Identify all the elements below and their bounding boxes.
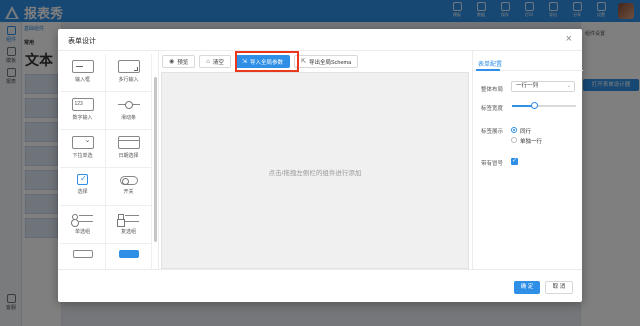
component-item[interactable]: 日期选择 (106, 130, 152, 168)
component-item[interactable]: 数字输入 (60, 92, 106, 130)
component-item[interactable]: 单选组 (60, 206, 106, 244)
number-input-icon (71, 98, 94, 111)
component-label: 单选组 (74, 229, 90, 235)
dialog-header: 表单设计 × (58, 29, 582, 51)
chevron-down-icon: ⌄ (566, 83, 571, 89)
component-label: 开关 (123, 189, 134, 195)
component-item[interactable]: 滑动条 (106, 92, 152, 130)
tab-underline (476, 69, 500, 71)
layout-label: 整体布局 (481, 87, 504, 93)
trash-icon: ⌂ (206, 58, 210, 65)
radio-separate-line[interactable] (511, 137, 517, 143)
layout-select[interactable]: 一行一列 ⌄ (511, 81, 575, 92)
text-icon (72, 250, 93, 258)
form-canvas[interactable]: 点击/拖拽左侧栏的组件进行添加 (161, 72, 469, 269)
checkbox-icon (77, 174, 88, 185)
textarea-icon (117, 60, 140, 73)
slider-icon (117, 98, 140, 111)
select-icon (71, 136, 94, 149)
button-icon (118, 250, 139, 258)
radio-separate-line-label: 单独一行 (520, 139, 543, 145)
cancel-button[interactable]: 取 消 (545, 281, 573, 294)
radio-group-icon (71, 212, 94, 225)
component-label: 数字输入 (72, 115, 93, 121)
ok-button[interactable]: 确 定 (514, 281, 540, 294)
colon-label: 带有冒号 (481, 161, 504, 167)
component-item[interactable] (60, 244, 106, 269)
component-item[interactable]: 开关 (106, 168, 152, 206)
component-label: 多行输入 (118, 77, 139, 83)
preview-button[interactable]: ◉ 预览 (162, 55, 196, 68)
component-item[interactable]: 下拉单选 (60, 130, 106, 168)
dialog-footer: 确 定 取 消 (58, 269, 582, 302)
switch-icon (119, 176, 138, 185)
component-label: 复选组 (120, 229, 136, 235)
label-width-slider[interactable] (512, 102, 576, 109)
component-label: 日期选择 (118, 153, 139, 159)
export-icon: ⇱ (300, 59, 306, 65)
component-list: 输入框 多行输入数字输入 滑动条下拉单选 日期选择选择 开关单选组 复选组 (58, 51, 159, 269)
form-design-dialog: 表单设计 × 输入框多行输入数字输入滑动条下拉单选日期选择选择开关单选组复选组 … (58, 29, 583, 302)
component-label: 下拉单选 (72, 153, 93, 159)
component-label: 滑动条 (120, 115, 136, 121)
component-item[interactable]: 选择 (60, 168, 106, 206)
radio-same-line-label: 同行 (520, 129, 532, 135)
radio-same-line[interactable] (511, 127, 517, 133)
preview-label: 预览 (177, 59, 189, 66)
dialog-title: 表单设计 (68, 38, 96, 45)
component-item[interactable]: 输入框 (60, 54, 106, 92)
calendar-icon (117, 136, 140, 149)
checkbox-group-icon (117, 212, 140, 225)
tab-form-config[interactable]: 表单配置 (478, 59, 502, 68)
label-width-label: 标签宽度 (481, 106, 504, 112)
colon-checkbox[interactable]: ✓ (511, 158, 518, 165)
export-label: 导出全局Schema (308, 59, 352, 66)
canvas-placeholder: 点击/拖拽左侧栏的组件进行添加 (268, 170, 362, 177)
eye-icon: ◉ (169, 59, 175, 65)
input-icon (71, 60, 94, 73)
label-display-label: 标签展示 (481, 129, 504, 135)
component-item[interactable]: 复选组 (106, 206, 152, 244)
component-grid: 输入框 多行输入数字输入 滑动条下拉单选 日期选择选择 开关单选组 复选组 (60, 54, 152, 269)
component-list-scrollbar[interactable] (154, 77, 157, 242)
component-label: 选择 (77, 189, 88, 195)
export-global-schema-button[interactable]: ⇱ 导出全局Schema (293, 55, 359, 68)
highlight-box (235, 51, 299, 72)
layout-value: 一行一列 (516, 83, 539, 89)
component-item[interactable] (106, 244, 152, 269)
clear-label: 清空 (212, 59, 224, 66)
clear-button[interactable]: ⌂ 清空 (199, 55, 231, 68)
close-icon[interactable]: × (566, 33, 572, 45)
component-item[interactable]: 多行输入 (106, 54, 152, 92)
component-label: 输入框 (74, 77, 90, 83)
